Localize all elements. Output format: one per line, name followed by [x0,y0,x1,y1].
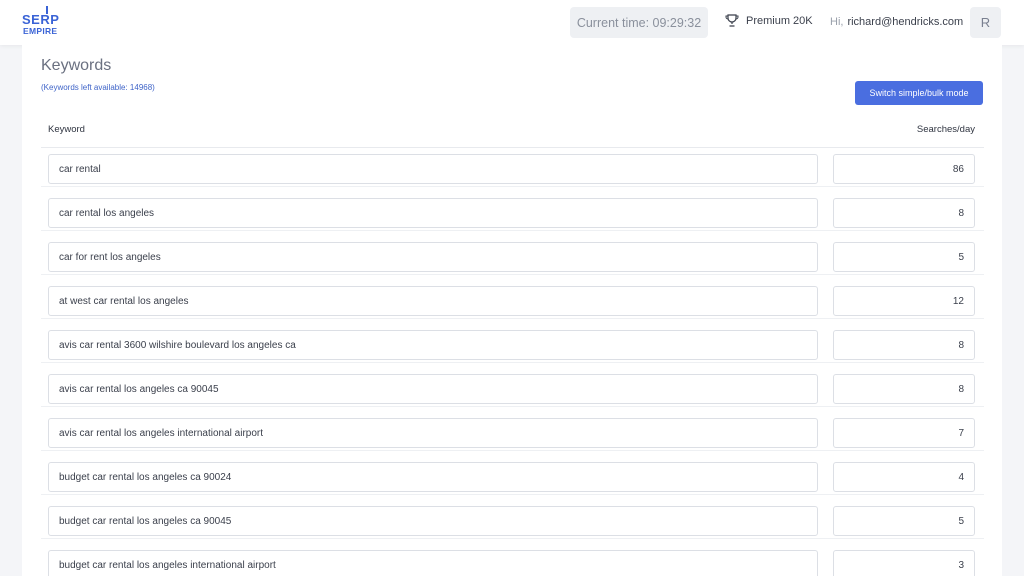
keyword-field[interactable]: avis car rental 3600 wilshire boulevard … [48,330,818,360]
table-row: at west car rental los angeles 12 [22,278,1002,322]
row-divider [41,406,984,407]
row-divider [41,186,984,187]
plan-label: Premium 20K [746,14,813,27]
table-row: budget car rental los angeles internatio… [22,542,1002,576]
searches-field[interactable]: 8 [833,198,975,228]
keyword-field[interactable]: avis car rental los angeles ca 90045 [48,374,818,404]
table-row: car for rent los angeles 5 [22,234,1002,278]
row-divider [41,494,984,495]
avatar[interactable]: R [970,7,1001,38]
row-divider [41,318,984,319]
searches-field[interactable]: 8 [833,374,975,404]
keyword-field[interactable]: budget car rental los angeles internatio… [48,550,818,576]
table-row: car rental 86 [22,146,1002,190]
page-title: Keywords [41,57,112,74]
keyword-field[interactable]: avis car rental los angeles internationa… [48,418,818,448]
keyword-field[interactable]: car rental los angeles [48,198,818,228]
keywords-card: Keywords (Keywords left available: 14968… [22,45,1002,576]
table-row: budget car rental los angeles ca 90045 5 [22,498,1002,542]
searches-field[interactable]: 86 [833,154,975,184]
keywords-left: (Keywords left available: 14968) [41,83,155,92]
keyword-field[interactable]: at west car rental los angeles [48,286,818,316]
table-row: avis car rental 3600 wilshire boulevard … [22,322,1002,366]
greeting-text: Hi, [830,16,844,28]
user-email: richard@hendricks.com [847,16,964,28]
user-greeting[interactable]: Hi, richard@hendricks.com [830,16,963,28]
logo-text-top: SERP [22,12,60,27]
top-bar: SERP EMPIRE Current time: 09:29:32 Premi… [0,0,1024,45]
table-row: car rental los angeles 8 [22,190,1002,234]
current-time: Current time: 09:29:32 [570,7,708,38]
column-header-keyword: Keyword [48,124,85,135]
keyword-field[interactable]: budget car rental los angeles ca 90045 [48,506,818,536]
table-row: avis car rental los angeles internationa… [22,410,1002,454]
switch-mode-button[interactable]: Switch simple/bulk mode [855,81,983,105]
keyword-field[interactable]: car rental [48,154,818,184]
searches-field[interactable]: 12 [833,286,975,316]
row-divider [41,362,984,363]
searches-field[interactable]: 7 [833,418,975,448]
searches-field[interactable]: 3 [833,550,975,576]
searches-field[interactable]: 8 [833,330,975,360]
row-divider [41,274,984,275]
trophy-icon [725,14,739,27]
searches-field[interactable]: 4 [833,462,975,492]
column-header-searches: Searches/day [916,124,975,135]
row-divider [41,450,984,451]
serp-empire-logo[interactable]: SERP EMPIRE [22,6,62,38]
keyword-field[interactable]: car for rent los angeles [48,242,818,272]
row-divider [41,538,984,539]
table-row: avis car rental los angeles ca 90045 8 [22,366,1002,410]
keyword-field[interactable]: budget car rental los angeles ca 90024 [48,462,818,492]
searches-field[interactable]: 5 [833,506,975,536]
searches-field[interactable]: 5 [833,242,975,272]
plan-badge[interactable]: Premium 20K [725,14,813,27]
logo-text-bottom: EMPIRE [23,26,58,36]
row-divider [41,230,984,231]
table-row: budget car rental los angeles ca 90024 4 [22,454,1002,498]
